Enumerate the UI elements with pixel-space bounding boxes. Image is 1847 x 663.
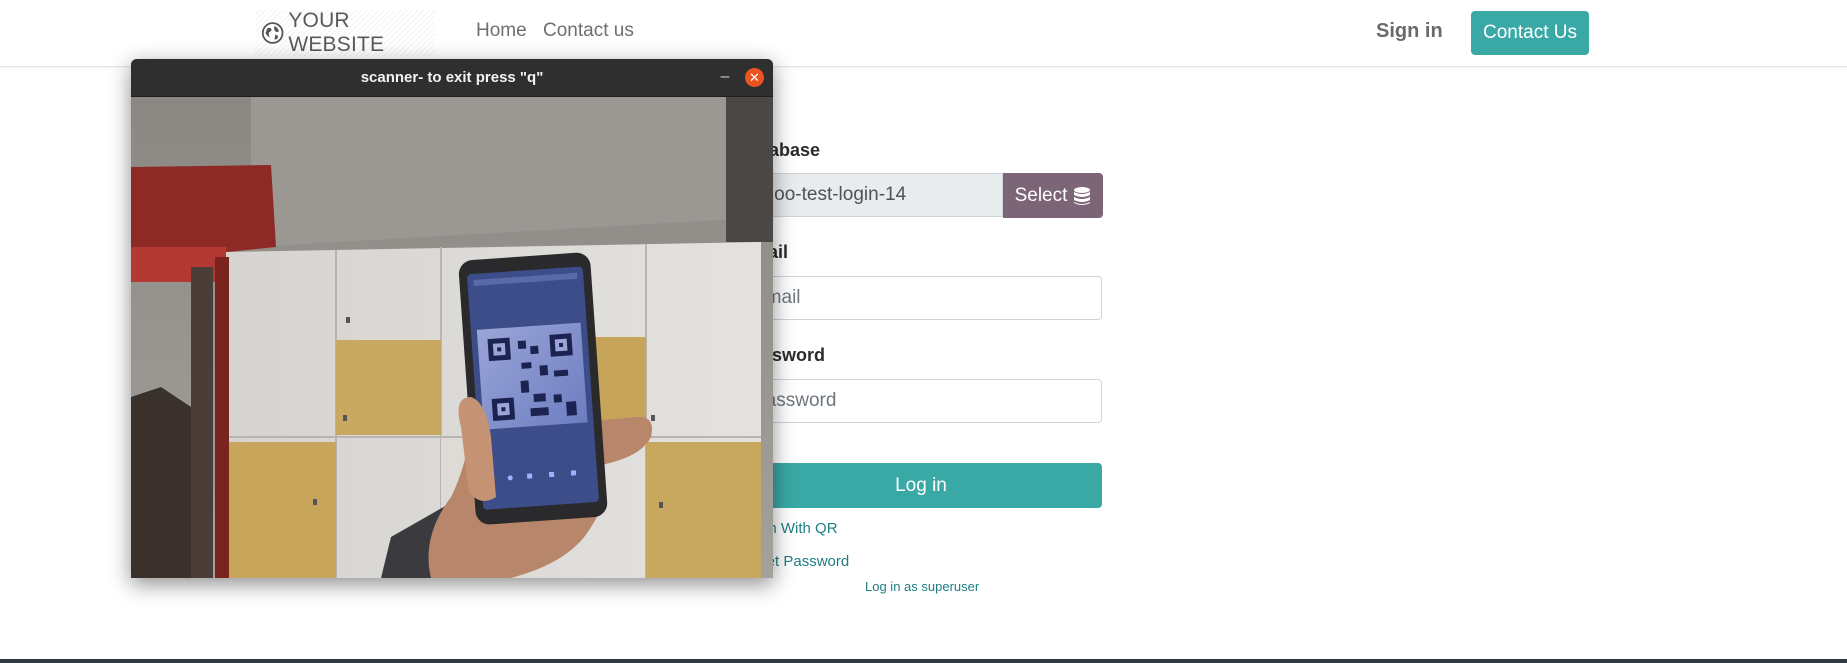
scanner-titlebar[interactable]: scanner- to exit press "q" – ✕ <box>131 59 773 97</box>
brand-name: YOUR WEBSITE <box>288 9 385 56</box>
sign-in-link[interactable]: Sign in <box>1376 20 1443 43</box>
camera-feed-image <box>131 97 773 578</box>
superuser-login-link[interactable]: Log in as superuser <box>865 579 979 594</box>
database-field: odoo-test-login-14 <box>740 173 1003 217</box>
scanner-title: scanner- to exit press "q" <box>360 69 544 86</box>
select-database-button[interactable]: Select <box>1003 173 1103 218</box>
close-button[interactable]: ✕ <box>745 68 764 87</box>
camera-feed <box>131 97 773 578</box>
top-navbar: YOUR WEBSITE Home Contact us Sign in Con… <box>0 0 1847 67</box>
email-field[interactable]: Email <box>740 276 1102 320</box>
minimize-button[interactable]: – <box>715 65 735 89</box>
log-in-button[interactable]: Log in <box>740 463 1102 508</box>
brand-logo[interactable]: YOUR WEBSITE <box>255 9 435 56</box>
contact-us-button[interactable]: Contact Us <box>1471 11 1589 55</box>
database-value: odoo-test-login-14 <box>753 184 907 205</box>
database-icon <box>1074 186 1091 205</box>
nav-link-home[interactable]: Home <box>476 20 527 42</box>
globe-icon <box>261 22 284 44</box>
nav-link-contact[interactable]: Contact us <box>543 20 634 42</box>
scanner-window[interactable]: scanner- to exit press "q" – ✕ <box>131 59 773 578</box>
password-field[interactable]: Password <box>740 379 1102 423</box>
footer-bar <box>0 659 1847 663</box>
select-button-label: Select <box>1014 184 1068 206</box>
